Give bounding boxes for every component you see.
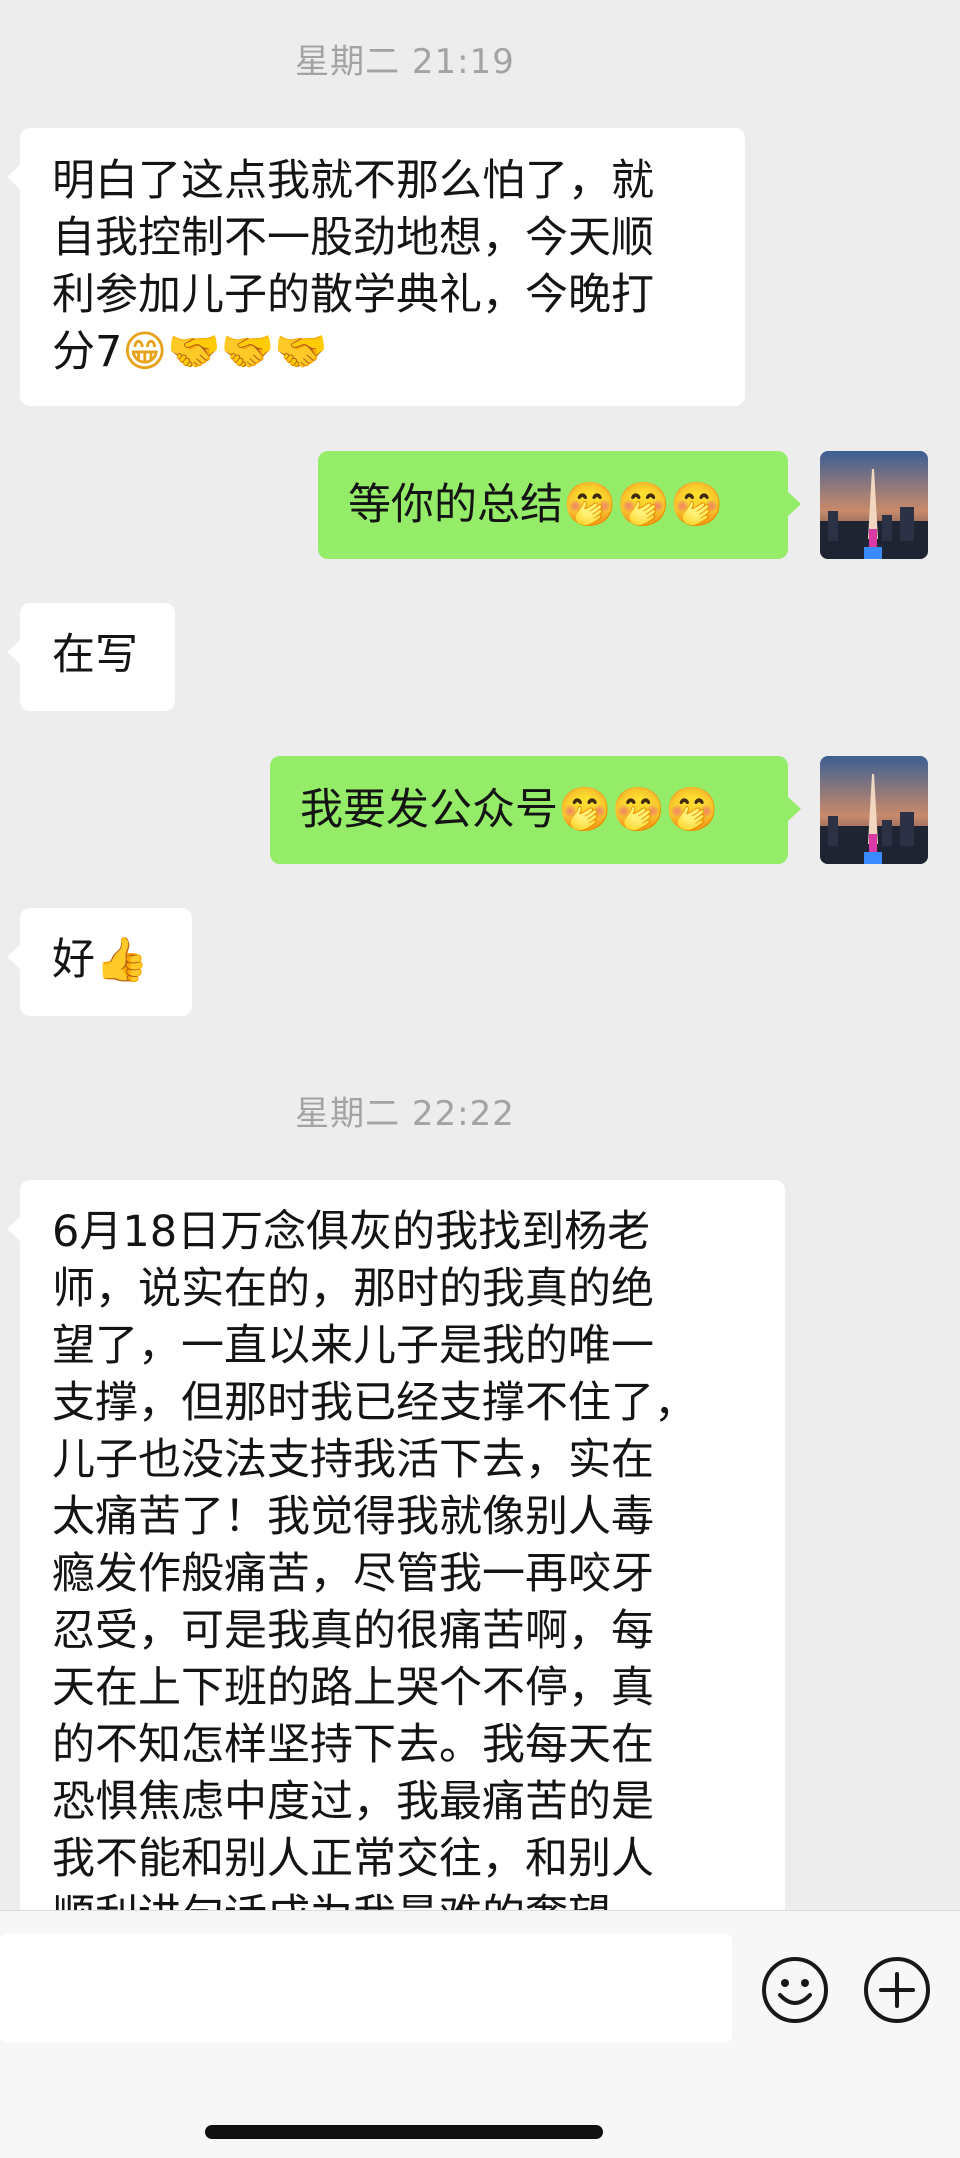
message-line: 支撑，但那时我已经支撑不住了，: [52, 1378, 697, 1428]
home-indicator[interactable]: [205, 2125, 603, 2139]
user-avatar[interactable]: [820, 756, 928, 864]
sent-message[interactable]: 我要发公众号 🤭🤭🤭: [270, 756, 801, 864]
plus-icon: [864, 1957, 930, 2023]
received-message[interactable]: 6月18日万念俱灰的我找到杨老 师，说实在的，那时的我真的绝 望了，一直以来儿子…: [7, 1180, 785, 1910]
message-text: 好: [52, 935, 95, 985]
city-tower-avatar-icon: [820, 451, 928, 559]
message-line: 太痛苦了！我觉得我就像别人毒: [52, 1492, 654, 1542]
message-line: 我不能和别人正常交往，和别人: [52, 1834, 654, 1884]
add-button[interactable]: [862, 1955, 932, 2025]
grin-handshake-emoji: 😁🤝🤝🤝: [122, 327, 328, 377]
timestamp: 星期二 21:19: [295, 42, 515, 82]
message-line: 分7😁🤝🤝🤝: [52, 324, 715, 381]
smiley-icon: [762, 1957, 828, 2023]
message-line: 顺利讲句话成为我最难的奢望: [52, 1888, 755, 1910]
received-message[interactable]: 在写: [7, 603, 175, 711]
user-avatar[interactable]: [820, 451, 928, 559]
sent-message[interactable]: 等你的总结 🤭🤭🤭: [318, 451, 801, 559]
message-line: 6月18日万念俱灰的我找到杨老: [52, 1207, 651, 1257]
message-line: 瘾发作般痛苦，尽管我一再咬牙: [52, 1549, 654, 1599]
message-text: 我要发公众号: [300, 784, 558, 835]
thumbs-up-emoji: 👍: [95, 935, 149, 985]
message-line: 的不知怎样坚持下去。我每天在: [52, 1720, 654, 1770]
message-line: 明白了这点我就不那么怕了，就: [52, 156, 654, 206]
message-line: 自我控制不一股劲地想，今天顺: [52, 213, 654, 263]
emoji-button[interactable]: [760, 1955, 830, 2025]
message-line: 望了，一直以来儿子是我的唯一: [52, 1321, 654, 1371]
chat-area[interactable]: 星期二 21:19 明白了这点我就不那么怕了，就 自我控制不一股劲地想，今天顺 …: [0, 0, 960, 1910]
message-line: 儿子也没法支持我活下去，实在: [52, 1435, 654, 1485]
received-message[interactable]: 明白了这点我就不那么怕了，就 自我控制不一股劲地想，今天顺 利参加儿子的散学典礼…: [7, 128, 745, 406]
message-line: 利参加儿子的散学典礼，今晚打: [52, 270, 654, 320]
hand-over-mouth-emoji: 🤭🤭🤭: [558, 784, 719, 835]
message-text: 等你的总结: [348, 479, 563, 530]
input-bar: [0, 1910, 960, 2158]
city-tower-avatar-icon: [820, 756, 928, 864]
message-line: 天在上下班的路上哭个不停，真: [52, 1663, 654, 1713]
message-input[interactable]: [0, 1933, 732, 2043]
timestamp: 星期二 22:22: [295, 1094, 515, 1134]
received-message[interactable]: 好👍: [7, 908, 192, 1016]
message-text: 在写: [52, 630, 138, 680]
message-line: 忍受，可是我真的很痛苦啊，每: [52, 1606, 654, 1656]
message-line: 恐惧焦虑中度过，我最痛苦的是: [52, 1777, 654, 1827]
message-text: 分7: [52, 327, 123, 377]
hand-over-mouth-emoji: 🤭🤭🤭: [563, 479, 724, 530]
message-line: 师，说实在的，那时的我真的绝: [52, 1264, 654, 1314]
